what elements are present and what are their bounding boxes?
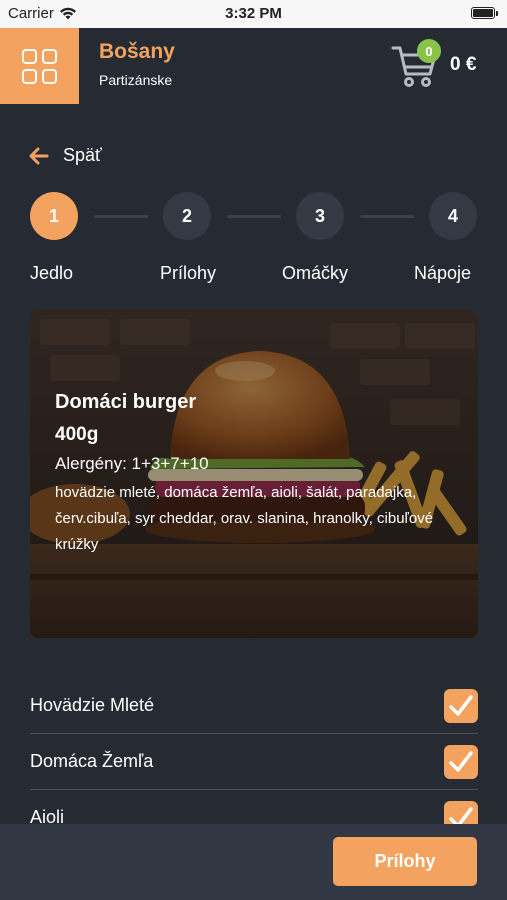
ingredient-label: Hovädzie Mleté [30, 695, 155, 715]
cart-total: 0 € [450, 54, 477, 75]
ingredient-list: Hovädzie Mleté Domáca Žemľa Aioli [30, 678, 478, 824]
product-card: Domáci burger 400g Alergény: 1+3+7+10 ho… [30, 309, 478, 638]
checkmark-icon [449, 694, 473, 716]
status-bar: Carrier 3:32 PM [0, 0, 507, 28]
ingredient-checkbox[interactable] [444, 744, 478, 779]
battery-icon [471, 7, 498, 19]
step-label-jedlo[interactable]: Jedlo [30, 263, 73, 284]
app-header: Bošany Partizánske 0 0 € [0, 28, 507, 104]
grid-menu-icon [22, 48, 57, 84]
product-allergens: Alergény: 1+3+7+10 [55, 454, 209, 473]
step-1[interactable]: 1 [30, 192, 78, 240]
step-connector [94, 215, 148, 218]
product-description: hovädzie mleté, domáca žemľa, aioli, šal… [55, 484, 434, 553]
arrow-left-icon [29, 147, 49, 164]
back-label: Späť [63, 145, 102, 165]
cart-count-badge: 0 [417, 39, 441, 63]
ingredient-label: Aioli [30, 807, 65, 824]
ingredient-label: Domáca Žemľa [30, 751, 154, 771]
restaurant-info: Bošany Partizánske [99, 40, 175, 88]
product-title: Domáci burger [55, 391, 197, 413]
footer-bar: Prílohy [0, 824, 507, 900]
step-labels: Jedlo Prílohy Omáčky Nápoje [0, 263, 507, 287]
menu-button[interactable] [0, 28, 79, 104]
checkmark-icon [449, 806, 473, 824]
ingredient-checkbox[interactable] [444, 800, 478, 824]
step-label-napoje[interactable]: Nápoje [414, 263, 471, 284]
list-item[interactable]: Domáca Žemľa [30, 734, 478, 790]
next-step-button[interactable]: Prílohy [333, 837, 477, 886]
step-label-omacky[interactable]: Omáčky [282, 263, 348, 284]
restaurant-name: Bošany [99, 40, 175, 63]
step-2[interactable]: 2 [163, 192, 211, 240]
step-label-prilohy[interactable]: Prílohy [160, 263, 216, 284]
restaurant-city: Partizánske [99, 72, 173, 88]
product-weight: 400g [55, 424, 99, 445]
list-item[interactable]: Aioli [30, 790, 478, 824]
product-info: Domáci burger 400g Alergény: 1+3+7+10 ho… [55, 391, 465, 558]
step-4[interactable]: 4 [429, 192, 477, 240]
list-item[interactable]: Hovädzie Mleté [30, 678, 478, 734]
order-stepper: 1 2 3 4 [0, 192, 507, 240]
step-connector [360, 215, 414, 218]
cart-button[interactable]: 0 [390, 39, 441, 90]
clock: 3:32 PM [225, 5, 282, 22]
checkmark-icon [449, 750, 473, 772]
step-3[interactable]: 3 [296, 192, 344, 240]
back-button[interactable]: Späť [29, 145, 102, 166]
step-connector [227, 215, 281, 218]
ingredient-checkbox[interactable] [444, 688, 478, 723]
